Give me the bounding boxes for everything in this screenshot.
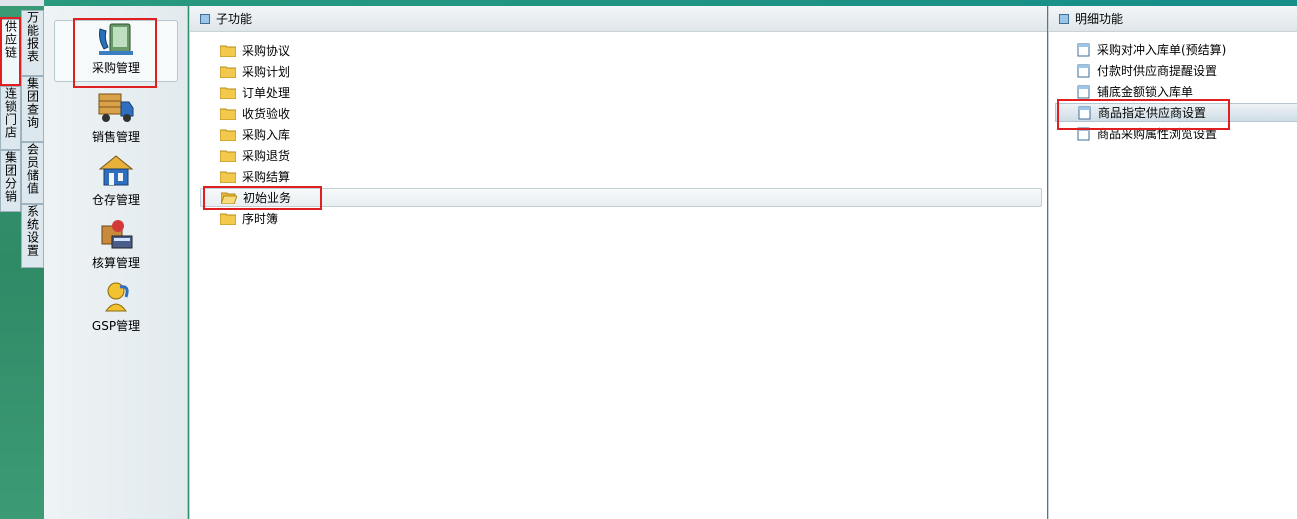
sub-item-label: 序时簿	[242, 212, 279, 226]
sub-function-panel: 子功能 采购协议 采购计划 订单处理 收货验收 采购入库 采购退货 采购结算 初…	[189, 6, 1047, 519]
folder-icon	[220, 213, 236, 225]
sub-item-order-processing[interactable]: 订单处理	[200, 83, 1042, 102]
accounting-icon	[101, 220, 133, 249]
folder-icon	[220, 87, 236, 99]
detail-item-purchase-attribute-browse[interactable]: 商品采购属性浏览设置	[1055, 124, 1297, 143]
sub-item-journal[interactable]: 序时簿	[200, 209, 1042, 228]
nav-item-label: 核算管理	[91, 256, 140, 270]
folder-icon	[220, 108, 236, 120]
tab-supply-chain[interactable]: 供应链	[0, 19, 21, 86]
module-nav-panel: 采购管理 销售管理 仓存管理 核算管理 GSP管理	[44, 6, 188, 519]
tab-label: 连锁门店	[3, 87, 18, 139]
folder-icon	[220, 45, 236, 57]
sub-item-label: 采购入库	[242, 128, 291, 142]
document-icon	[1077, 85, 1090, 98]
folder-icon	[220, 129, 236, 141]
detail-item-label: 采购对冲入库单(预结算)	[1097, 43, 1227, 57]
sub-item-label: 采购结算	[242, 170, 291, 184]
sub-item-receiving-inspection[interactable]: 收货验收	[200, 104, 1042, 123]
document-icon	[1077, 64, 1090, 77]
sub-item-purchase-settlement[interactable]: 采购结算	[200, 167, 1042, 186]
folder-icon	[220, 150, 236, 162]
detail-item-payment-supplier-reminder[interactable]: 付款时供应商提醒设置	[1055, 61, 1297, 80]
sub-item-purchase-inbound[interactable]: 采购入库	[200, 125, 1042, 144]
detail-panel-title: 明细功能	[1075, 12, 1124, 26]
sub-panel-title: 子功能	[216, 12, 253, 26]
sub-item-purchase-return[interactable]: 采购退货	[200, 146, 1042, 165]
gsp-person-icon	[105, 282, 129, 312]
nav-item-sales[interactable]: 销售管理	[54, 90, 178, 152]
detail-item-base-amount-lock[interactable]: 铺底金额锁入库单	[1055, 82, 1297, 101]
header-bullet-icon	[200, 13, 210, 24]
document-icon	[1077, 43, 1090, 56]
sub-panel-header: 子功能	[190, 6, 1047, 32]
tab-label: 供应链	[3, 20, 18, 59]
nav-item-purchase[interactable]: 采购管理	[54, 20, 178, 82]
detail-item-label: 商品指定供应商设置	[1098, 106, 1207, 120]
nav-item-accounting[interactable]: 核算管理	[54, 216, 178, 278]
detail-item-label: 付款时供应商提醒设置	[1097, 64, 1218, 78]
open-folder-icon	[221, 192, 237, 204]
header-bullet-icon	[1059, 13, 1069, 24]
sub-item-label: 采购退货	[242, 149, 291, 163]
detail-item-label: 商品采购属性浏览设置	[1097, 127, 1218, 141]
nav-item-label: 采购管理	[91, 61, 140, 75]
sub-item-initial-business[interactable]: 初始业务	[200, 188, 1042, 207]
tab-group-distribution[interactable]: 集团分销	[0, 150, 21, 212]
detail-item-offset-inbound[interactable]: 采购对冲入库单(预结算)	[1055, 40, 1297, 59]
tab-system-settings[interactable]: 系统设置	[21, 204, 44, 268]
tab-member-stored-value[interactable]: 会员储值	[21, 142, 44, 204]
detail-function-panel: 明细功能 采购对冲入库单(预结算) 付款时供应商提醒设置 铺底金额锁入库单 商品…	[1048, 6, 1297, 519]
nav-item-label: GSP管理	[91, 319, 141, 333]
tab-label: 系统设置	[25, 205, 40, 257]
tab-label: 集团分销	[3, 151, 18, 203]
purchase-icon	[99, 23, 133, 55]
folder-icon	[220, 171, 236, 183]
sub-item-label: 收货验收	[242, 107, 291, 121]
detail-item-label: 铺底金额锁入库单	[1097, 85, 1194, 99]
tab-chain-store[interactable]: 连锁门店	[0, 86, 21, 150]
tab-label: 会员储值	[25, 143, 40, 195]
tab-label: 万能报表	[25, 11, 40, 63]
sub-item-label: 订单处理	[242, 86, 291, 100]
folder-icon	[220, 66, 236, 78]
sub-item-label: 采购计划	[242, 65, 291, 79]
nav-item-warehouse[interactable]: 仓存管理	[54, 153, 178, 215]
nav-item-label: 仓存管理	[91, 193, 140, 207]
sub-item-purchase-plan[interactable]: 采购计划	[200, 62, 1042, 81]
document-icon	[1078, 106, 1091, 119]
delivery-truck-icon	[98, 93, 134, 122]
nav-item-label: 销售管理	[91, 130, 140, 144]
sub-item-purchase-agreement[interactable]: 采购协议	[200, 41, 1042, 60]
detail-item-product-supplier-setting[interactable]: 商品指定供应商设置	[1055, 103, 1297, 122]
sub-item-label: 采购协议	[242, 44, 291, 58]
document-icon	[1077, 127, 1090, 140]
warehouse-icon	[98, 155, 134, 186]
detail-panel-header: 明细功能	[1049, 6, 1297, 32]
tab-label: 集团查询	[25, 77, 40, 129]
tab-universal-report[interactable]: 万能报表	[21, 10, 44, 76]
tab-group-query[interactable]: 集团查询	[21, 76, 44, 142]
sub-item-label: 初始业务	[243, 191, 292, 205]
nav-item-gsp[interactable]: GSP管理	[54, 279, 178, 341]
